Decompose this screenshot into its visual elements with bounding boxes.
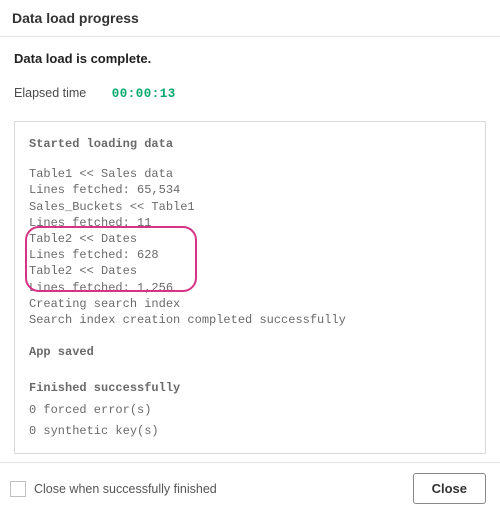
log-line: Lines fetched: 65,534 xyxy=(29,182,471,198)
dialog-header: Data load progress xyxy=(0,0,500,37)
checkbox-label: Close when successfully finished xyxy=(34,482,217,496)
log-forced-errors: 0 forced error(s) xyxy=(29,402,471,418)
log-heading-started: Started loading data xyxy=(29,136,471,152)
status-message: Data load is complete. xyxy=(14,51,486,66)
close-button[interactable]: Close xyxy=(413,473,486,504)
elapsed-label: Elapsed time xyxy=(14,86,86,100)
log-line: Table1 << Sales data xyxy=(29,166,471,182)
elapsed-value: 00:00:13 xyxy=(112,87,176,101)
dialog-footer: Close when successfully finished Close xyxy=(0,462,500,514)
log-line: Table2 << Dates xyxy=(29,263,471,279)
status-row: Data load is complete. xyxy=(0,37,500,70)
log-line: Search index creation completed successf… xyxy=(29,312,471,328)
log-output: Started loading data Table1 << Sales dat… xyxy=(14,121,486,454)
log-heading-appsaved: App saved xyxy=(29,344,471,360)
log-line: Lines fetched: 11 xyxy=(29,215,471,231)
close-when-finished-option[interactable]: Close when successfully finished xyxy=(10,481,217,497)
dialog-title: Data load progress xyxy=(12,10,488,26)
elapsed-row: Elapsed time 00:00:13 xyxy=(0,70,500,111)
log-line: Lines fetched: 1,256 xyxy=(29,280,471,296)
log-line: Sales_Buckets << Table1 xyxy=(29,199,471,215)
log-line: Creating search index xyxy=(29,296,471,312)
log-line: Lines fetched: 628 xyxy=(29,247,471,263)
checkbox-icon[interactable] xyxy=(10,481,26,497)
log-line: Table2 << Dates xyxy=(29,231,471,247)
log-synthetic-keys: 0 synthetic key(s) xyxy=(29,423,471,439)
log-heading-finished: Finished successfully xyxy=(29,380,471,396)
